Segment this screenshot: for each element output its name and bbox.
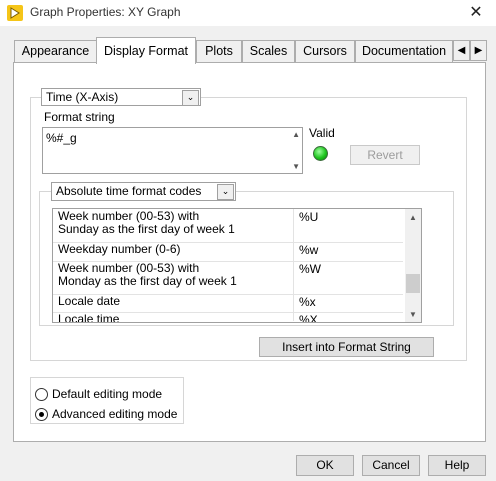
close-icon[interactable]: ✕ bbox=[462, 2, 490, 24]
code-description: Week number (00-53) with Monday as the f… bbox=[58, 261, 237, 288]
code-description: Locale date bbox=[58, 294, 121, 308]
chevron-down-icon: ⌄ bbox=[217, 184, 234, 200]
code-value: %W bbox=[299, 262, 321, 276]
code-value: %x bbox=[299, 295, 316, 309]
code-value: %w bbox=[299, 243, 319, 257]
scroll-up-icon: ▲ bbox=[292, 130, 300, 139]
code-value: %U bbox=[299, 210, 319, 224]
format-string-label: Format string bbox=[44, 110, 115, 124]
codes-select[interactable]: Absolute time format codes ⌄ bbox=[51, 182, 236, 201]
display-format-panel: Time (X-Axis) ⌄ Format string %#_g ▲ ▼ V… bbox=[13, 62, 486, 442]
tab-display-format[interactable]: Display Format bbox=[96, 37, 196, 64]
list-item[interactable]: Weekday number (0-6) %w bbox=[53, 242, 403, 262]
editing-mode-group: Default editing mode Advanced editing mo… bbox=[30, 377, 184, 424]
axis-select[interactable]: Time (X-Axis) ⌄ bbox=[41, 88, 201, 106]
tab-appearance[interactable]: Appearance bbox=[14, 40, 97, 62]
valid-led-indicator bbox=[313, 146, 328, 161]
valid-label: Valid bbox=[309, 126, 335, 140]
chevron-down-icon: ⌄ bbox=[182, 90, 199, 106]
advanced-editing-mode-label: Advanced editing mode bbox=[52, 407, 178, 421]
code-description: Week number (00-53) with Sunday as the f… bbox=[58, 209, 235, 236]
title-bar: Graph Properties: XY Graph ✕ bbox=[0, 0, 496, 26]
code-value: %X bbox=[299, 313, 318, 323]
scrollbar-thumb[interactable] bbox=[406, 274, 420, 293]
tab-plots[interactable]: Plots bbox=[196, 40, 242, 62]
list-scrollbar[interactable]: ▲ ▼ bbox=[405, 209, 421, 322]
code-description: Locale time bbox=[58, 312, 120, 323]
list-item[interactable]: Week number (00-53) with Monday as the f… bbox=[53, 261, 403, 295]
revert-button[interactable]: Revert bbox=[350, 145, 420, 165]
axis-select-value: Time (X-Axis) bbox=[46, 90, 119, 104]
tab-scales[interactable]: Scales bbox=[242, 40, 295, 62]
window-title: Graph Properties: XY Graph bbox=[30, 5, 181, 19]
scroll-down-icon[interactable]: ▼ bbox=[409, 310, 417, 319]
default-editing-mode-label: Default editing mode bbox=[52, 387, 163, 401]
format-string-value: %#_g bbox=[46, 131, 77, 145]
labview-app-icon bbox=[7, 5, 23, 21]
advanced-editing-mode-radio[interactable] bbox=[35, 408, 48, 421]
scroll-down-icon: ▼ bbox=[292, 162, 300, 171]
format-string-input[interactable]: %#_g ▲ ▼ bbox=[42, 127, 303, 174]
tab-scroll-left-icon[interactable]: ◀ bbox=[453, 40, 470, 61]
code-description: Weekday number (0-6) bbox=[58, 242, 181, 256]
ok-button[interactable]: OK bbox=[296, 455, 354, 476]
cancel-button[interactable]: Cancel bbox=[362, 455, 420, 476]
help-button[interactable]: Help bbox=[428, 455, 486, 476]
insert-into-format-string-button[interactable]: Insert into Format String bbox=[259, 337, 434, 357]
list-item[interactable]: Locale date %x bbox=[53, 294, 403, 313]
scroll-up-icon[interactable]: ▲ bbox=[409, 213, 417, 222]
default-editing-mode-radio[interactable] bbox=[35, 388, 48, 401]
format-codes-list[interactable]: Week number (00-53) with Sunday as the f… bbox=[52, 208, 422, 323]
tab-scroll-right-icon[interactable]: ▶ bbox=[470, 40, 487, 61]
tab-cursors[interactable]: Cursors bbox=[295, 40, 355, 62]
codes-select-value: Absolute time format codes bbox=[56, 184, 202, 198]
tab-documentation[interactable]: Documentation bbox=[355, 40, 453, 62]
list-item[interactable]: Locale time %X bbox=[53, 312, 403, 323]
list-item[interactable]: Week number (00-53) with Sunday as the f… bbox=[53, 209, 403, 243]
